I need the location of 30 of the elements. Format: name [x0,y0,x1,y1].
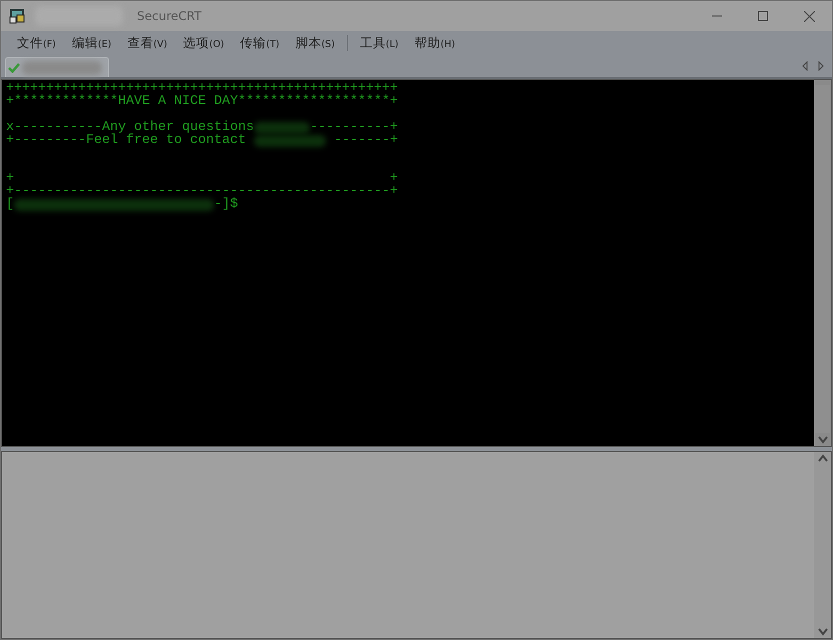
menu-item[interactable]: 查看(V) [119,32,176,54]
check-icon [8,62,20,72]
menu-item[interactable]: 选项(O) [175,32,232,54]
menu-item[interactable]: 编辑(E) [64,32,120,54]
scrollbar-thumb[interactable] [815,85,830,433]
maximize-icon [758,11,768,21]
terminal-text: -]$ [214,199,238,212]
terminal-text: +---------Feel free to contact [6,134,246,148]
terminal-text: ----------+ [310,122,398,135]
window-title: SecureCRT [137,9,202,23]
terminal-text: -------+ [332,134,398,148]
scroll-up-icon[interactable] [818,454,828,462]
scroll-right-icon[interactable] [818,61,824,71]
menu-item[interactable]: 脚本(S) [287,32,343,54]
menu-item[interactable]: 文件(F) [9,32,64,54]
menu-item[interactable]: 工具(L) [352,32,407,54]
scroll-left-icon[interactable] [802,61,808,71]
terminal-text: x-----------Any other questions [6,122,254,135]
menu-item[interactable]: 传输(T) [232,32,288,54]
terminal-app-icon [9,8,25,24]
terminal-text: + + [6,173,398,186]
close-icon [804,10,814,22]
scroll-down-icon[interactable] [818,436,828,444]
terminal-text: [ [6,199,14,212]
blurred-region [254,122,310,134]
menu-item[interactable]: 帮助(H) [406,32,464,54]
terminal-text: +++++++++++++++++++++++++++++++++++++++++++++++++ [6,83,398,96]
scroll-down-icon[interactable] [818,628,828,636]
session-tab[interactable] [5,57,109,77]
terminal-text: +*************HAVE A NICE DAY*******************+ [6,96,398,109]
